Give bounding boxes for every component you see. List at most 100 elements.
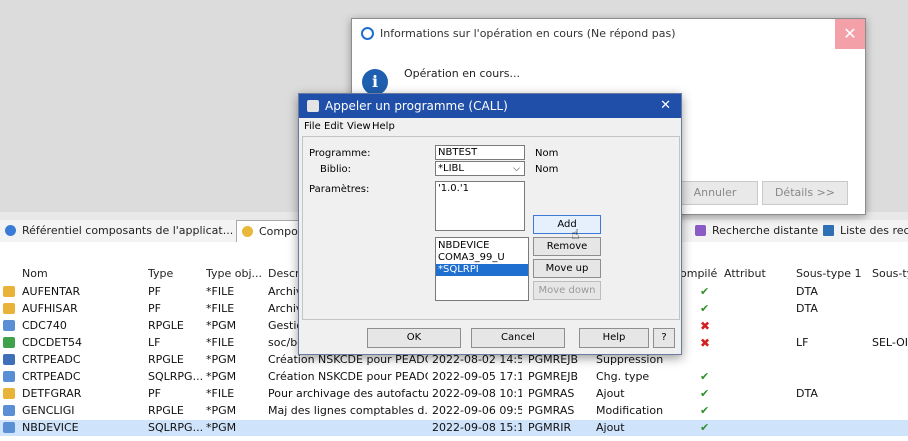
cell-st2 (872, 352, 908, 368)
cell-typeobj: *FILE (206, 285, 235, 298)
list-item-selected[interactable]: *SQLRPI (436, 264, 528, 276)
java-icon (307, 100, 319, 112)
cell-nom: AUFHISAR (22, 302, 78, 315)
tab-label: Recherche distante (712, 224, 819, 237)
call-dialog-title: Appeler un programme (CALL) (325, 99, 508, 113)
cell-st2 (872, 284, 908, 300)
cell-typeobj: *PGM (206, 370, 237, 383)
compiled-check-icon: ✔ (700, 370, 710, 383)
object-type-icon (3, 320, 15, 331)
col-header-typeobj[interactable]: Type obj... (206, 266, 266, 282)
cell-user: PGMRIR (528, 421, 572, 434)
cell-user: PGMRAS (528, 387, 575, 400)
cell-st1: DTA (796, 302, 818, 315)
list-item[interactable]: COMA3_99_U (436, 252, 528, 264)
cell-st1: DTA (796, 387, 818, 400)
question-button[interactable]: ? (653, 328, 675, 348)
cell-type: SQLRPG... (148, 370, 204, 383)
compiled-check-icon: ✔ (700, 404, 710, 417)
move-down-button[interactable]: Move down (533, 281, 601, 300)
tab-list[interactable]: Liste des reco (818, 220, 908, 241)
cell-st1 (796, 369, 866, 385)
params-list[interactable]: NBDEVICE COMA3_99_U *SQLRPI (435, 237, 529, 301)
col-header-nom[interactable]: Nom (22, 266, 48, 282)
cell-descr: Création NSKCDE pour PEADC (268, 370, 428, 383)
cell-nom: AUFENTAR (22, 285, 81, 298)
chevron-down-icon: ⌵ (513, 164, 520, 174)
cell-action: Chg. type (596, 370, 650, 383)
menu-bar: File Edit View Help (299, 118, 681, 135)
menu-edit[interactable]: Edit (324, 118, 343, 135)
cell-nom: CRTPEADC (22, 353, 81, 366)
cell-st2 (872, 386, 908, 402)
cell-nom: CRTPEADC (22, 370, 81, 383)
menu-file[interactable]: File (304, 118, 321, 135)
info-dialog-titlebar: Informations sur l'opération en cours (N… (352, 19, 865, 49)
cell-type: PF (148, 285, 161, 298)
biblio-label: Biblio: (320, 164, 352, 175)
col-header-attribut[interactable]: Attribut (724, 266, 766, 282)
list-item[interactable]: NBDEVICE (436, 240, 528, 252)
object-type-icon (3, 371, 15, 382)
cell-descr (268, 420, 428, 436)
cell-typeobj: *PGM (206, 319, 237, 332)
object-type-icon (3, 303, 15, 314)
cell-st1: LF (796, 336, 809, 349)
help-button[interactable]: Help (579, 328, 649, 348)
info-dialog-title: Informations sur l'opération en cours (N… (380, 27, 676, 40)
object-type-icon (3, 337, 15, 348)
compiled-check-icon: ✔ (700, 387, 710, 400)
cell-st2 (872, 318, 908, 334)
close-icon[interactable]: ✕ (660, 94, 671, 118)
move-up-button[interactable]: Move up (533, 259, 601, 278)
table-row[interactable]: DETFGRAR PF *FILE Pour archivage des autofa… (0, 386, 908, 402)
cell-action: Modification (596, 404, 664, 417)
col-header-type[interactable]: Type (148, 266, 173, 282)
cell-st2: SEL-OI (872, 336, 908, 349)
remote-search-icon (695, 225, 706, 236)
cell-typeobj: *PGM (206, 404, 237, 417)
params-textarea[interactable]: '1.0.'1 (435, 181, 525, 231)
col-header-soustype1[interactable]: Sous-type 1 (796, 266, 861, 282)
col-header-soustype2[interactable]: Sous-ty (872, 266, 908, 282)
info-message: Opération en cours... (404, 67, 520, 80)
biblio-select[interactable]: *LIBL ⌵ (435, 161, 525, 176)
cell-type: RPGLE (148, 404, 184, 417)
mouse-cursor-icon: ☝ (571, 227, 580, 243)
close-icon[interactable]: ✕ (835, 19, 865, 49)
cancel-button[interactable]: Cancel (471, 328, 565, 348)
list-icon (823, 225, 834, 236)
programme-input[interactable]: NBTEST (435, 145, 525, 160)
cell-date: 2022-09-05 17:14... (432, 370, 522, 383)
cell-action: Ajout (596, 387, 625, 400)
cell-descr: Maj des lignes comptables d... (268, 404, 428, 417)
cell-typeobj: *FILE (206, 336, 235, 349)
cell-typeobj: *FILE (206, 302, 235, 315)
menu-view[interactable]: View (347, 118, 371, 135)
compiled-check-icon: ✔ (700, 421, 710, 434)
cell-type: RPGLE (148, 319, 184, 332)
cell-nom: CDC740 (22, 319, 67, 332)
cell-st2 (872, 369, 908, 385)
cell-date: 2022-09-08 10:11... (432, 387, 522, 400)
col-header-compile[interactable]: ompilé (680, 266, 717, 282)
cell-st2 (872, 403, 908, 419)
tab-label: Référentiel composants de l'applicat... (22, 224, 234, 237)
cell-type: RPGLE (148, 353, 184, 366)
tab-referentiel[interactable]: Référentiel composants de l'applicat... (0, 220, 256, 241)
table-row[interactable]: NBDEVICE SQLRPG...*PGM 2022-09-08 15:16...… (0, 420, 908, 436)
menu-help[interactable]: Help (372, 118, 395, 135)
app-icon (361, 27, 374, 40)
tab-remote-search[interactable]: Recherche distante (690, 220, 836, 241)
annuler-button[interactable]: Annuler (672, 181, 758, 205)
remove-button[interactable]: Remove (533, 237, 601, 256)
cell-typeobj: *PGM (206, 353, 237, 366)
add-button[interactable]: Add (533, 215, 601, 234)
details-button[interactable]: Détails >> (762, 181, 848, 205)
table-row[interactable]: GENCLIGI RPGLE *PGM Maj des lignes comptabl… (0, 403, 908, 419)
cell-st1 (796, 318, 866, 334)
repository-icon (5, 225, 16, 236)
ok-button[interactable]: OK (367, 328, 461, 348)
table-row[interactable]: CRTPEADC SQLRPG... *PGM Création NSKCDE pou… (0, 369, 908, 385)
object-type-icon (3, 354, 15, 365)
